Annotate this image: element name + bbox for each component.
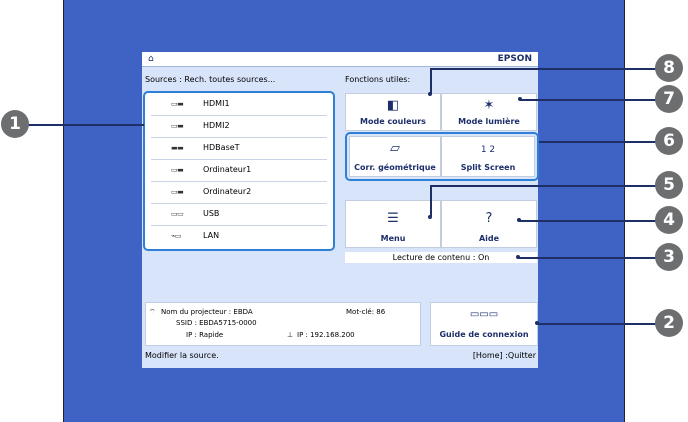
- callout-2-line: [537, 323, 657, 325]
- help-label: Aide: [478, 234, 500, 243]
- network-info-panel: ⌔ Nom du projecteur : EBDA Mot-clé: 86 S…: [145, 302, 421, 346]
- computer-icon: ▭▬: [171, 188, 184, 196]
- keyword: Mot-clé: 86: [346, 308, 386, 316]
- wifi-icon: ⌔: [149, 308, 156, 316]
- callout-8-drop: [430, 68, 432, 94]
- source-item-lan[interactable]: ⌁▭ LAN: [151, 225, 327, 247]
- connection-guide-button[interactable]: ▭▭▭ Guide de connexion: [430, 302, 538, 346]
- lan-icon: ⌁▭: [171, 232, 181, 240]
- source-label: LAN: [203, 231, 220, 240]
- color-mode-label: Mode couleurs: [360, 117, 426, 126]
- callout-3-dot: [516, 255, 520, 259]
- callout-8-line: [430, 68, 658, 70]
- menu-label: Menu: [380, 234, 406, 243]
- callout-7-line: [520, 99, 658, 101]
- split-screen-button[interactable]: 1 2 Split Screen: [441, 136, 535, 177]
- hdmi-icon: ▭▬: [171, 100, 184, 108]
- hdmi-icon: ▭▬: [171, 122, 184, 130]
- menu-button[interactable]: ☰ Menu: [345, 200, 441, 248]
- callout-2: 2: [655, 309, 683, 337]
- split-screen-label: Split Screen: [460, 163, 516, 172]
- geometry-correction-button[interactable]: ▱ Corr. géométrique: [349, 136, 441, 177]
- callout-5-line: [430, 185, 658, 187]
- source-item-hdmi1[interactable]: ▭▬ HDMI1: [151, 93, 327, 116]
- callout-1-line: [28, 124, 144, 126]
- callout-8-dot: [428, 92, 432, 96]
- header-bar: ⌂ EPSON: [142, 52, 538, 67]
- source-item-hdbaset[interactable]: ▬▬ HDBaseT: [151, 137, 327, 160]
- source-label: HDMI2: [203, 121, 230, 130]
- source-item-computer2[interactable]: ▭▬ Ordinateur2: [151, 181, 327, 204]
- callout-8: 8: [655, 54, 683, 82]
- color-mode-button[interactable]: ◧ Mode couleurs: [345, 93, 441, 131]
- callout-5-dot: [428, 215, 432, 219]
- lan-icon: ⊥: [287, 331, 294, 339]
- menu-icon: ☰: [387, 211, 399, 226]
- callout-2-dot: [535, 321, 539, 325]
- keystone-icon: ▱: [390, 141, 400, 156]
- source-list: ▭▬ HDMI1 ▭▬ HDMI2 ▬▬ HDBaseT ▭▬ Ordinate…: [143, 91, 335, 251]
- callout-5-drop: [430, 185, 432, 217]
- connection-guide-icon: ▭▭▭: [469, 309, 499, 320]
- color-mode-icon: ◧: [386, 98, 400, 113]
- callout-7: 7: [655, 85, 683, 113]
- help-button[interactable]: ? Aide: [441, 200, 537, 248]
- callout-7-dot: [518, 97, 522, 101]
- ip-address: IP : 192.168.200: [297, 331, 355, 339]
- help-icon: ?: [485, 211, 493, 226]
- source-item-hdmi2[interactable]: ▭▬ HDMI2: [151, 115, 327, 138]
- computer-icon: ▭▬: [171, 166, 184, 174]
- callout-4-dot: [517, 218, 521, 222]
- usb-icon: ▭▭: [171, 210, 184, 218]
- home-icon[interactable]: ⌂: [148, 54, 154, 64]
- callout-4-line: [519, 220, 659, 222]
- source-label: USB: [203, 209, 220, 218]
- sources-heading: Sources : Rech. toutes sources...: [145, 75, 276, 84]
- source-label: Ordinateur1: [203, 165, 252, 174]
- callout-1: 1: [1, 110, 29, 138]
- callout-3-line: [518, 257, 658, 259]
- light-mode-label: Mode lumière: [458, 117, 520, 126]
- source-label: HDBaseT: [203, 143, 240, 152]
- callout-3: 3: [655, 243, 683, 271]
- callout-6: 6: [655, 127, 683, 155]
- split-screen-icon: 1 2: [480, 145, 496, 155]
- source-item-computer1[interactable]: ▭▬ Ordinateur1: [151, 159, 327, 182]
- source-label: HDMI1: [203, 99, 230, 108]
- footer-hint: Modifier la source.: [145, 351, 219, 360]
- content-playback-status: Lecture de contenu : On: [345, 252, 537, 263]
- projector-name: Nom du projecteur : EBDA: [161, 308, 253, 316]
- callout-5: 5: [655, 171, 683, 199]
- callout-4: 4: [655, 206, 683, 234]
- brand-logo: EPSON: [497, 54, 532, 64]
- hdbaset-icon: ▬▬: [171, 144, 184, 152]
- ssid: SSID : EBDA5715-0000: [176, 319, 257, 327]
- callout-6-line: [539, 141, 657, 143]
- source-label: Ordinateur2: [203, 187, 252, 196]
- source-item-usb[interactable]: ▭▭ USB: [151, 203, 327, 226]
- ip-mode: IP : Rapide: [186, 331, 224, 339]
- footer-quit-hint: [Home] :Quitter: [472, 351, 536, 360]
- connection-guide-label: Guide de connexion: [439, 330, 529, 339]
- functions-heading: Fonctions utiles:: [345, 75, 411, 84]
- geometry-correction-label: Corr. géométrique: [354, 163, 436, 172]
